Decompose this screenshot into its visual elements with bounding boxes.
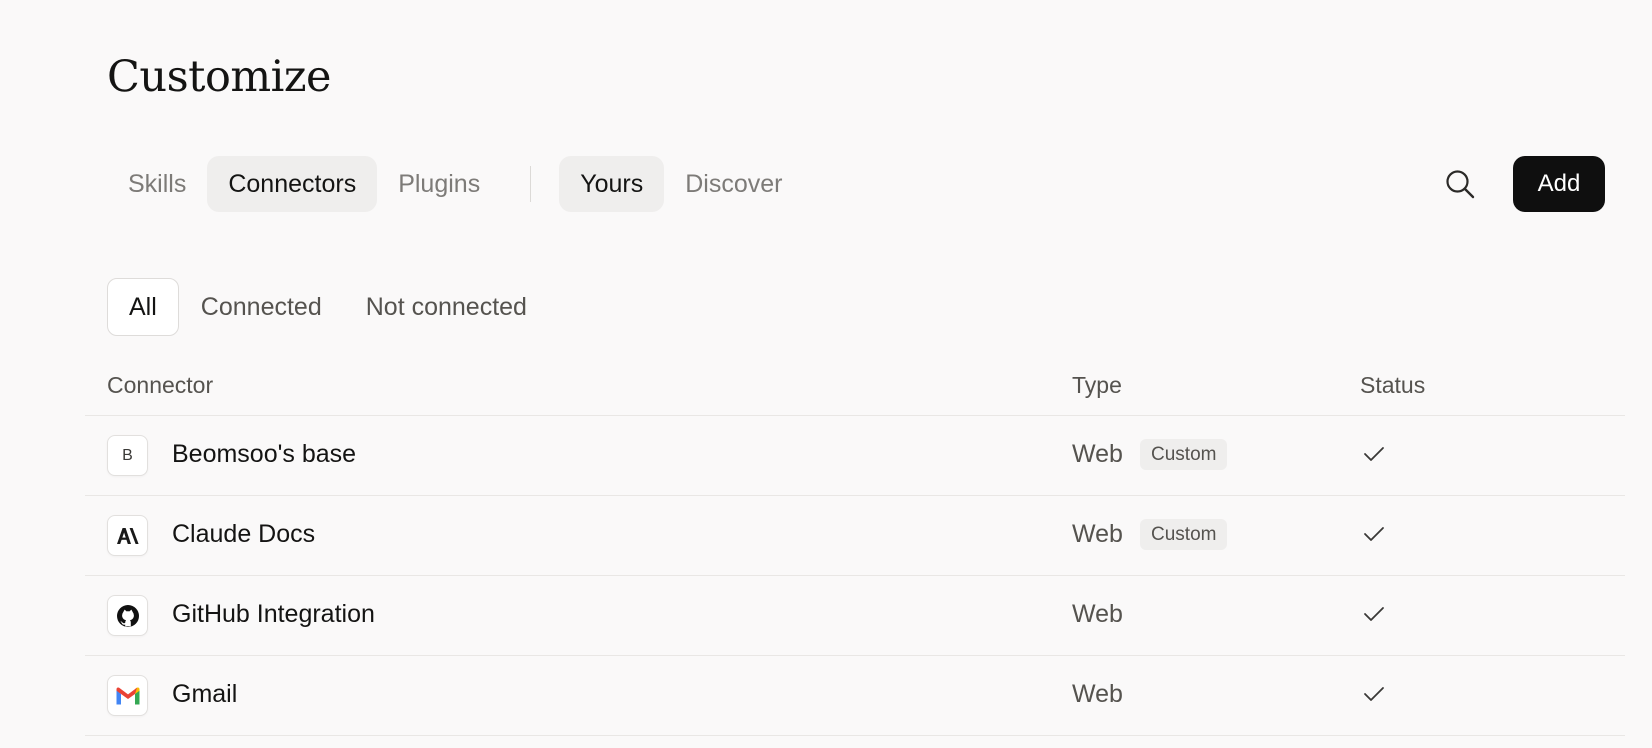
table-row[interactable]: B Beomsoo's base Web Custom [85,416,1625,496]
tab-plugins[interactable]: Plugins [377,156,501,212]
github-icon [116,604,139,627]
table-row[interactable]: GitHub Integration Web [85,576,1625,656]
anthropic-icon [116,527,139,544]
letter-b-icon: B [122,446,133,464]
page-title: Customize [107,52,331,102]
table-row[interactable]: Gmail Web [85,656,1625,736]
connector-type: Web [1072,520,1123,548]
connector-logo [107,515,148,556]
tab-discover[interactable]: Discover [664,156,803,212]
check-icon [1364,687,1384,701]
connector-name: Gmail [172,680,238,708]
connector-name: Claude Docs [172,520,316,548]
filter-all[interactable]: All [107,278,179,336]
customize-page: Customize Skills Connectors Plugins Your… [0,0,1652,748]
tab-bar: Skills Connectors Plugins Yours Discover [107,156,803,212]
search-icon [1446,170,1475,199]
table-row[interactable]: Claude Docs Web Custom [85,496,1625,576]
connector-name: Beomsoo's base [172,440,357,468]
column-header-connector: Connector [107,372,214,398]
filter-connected[interactable]: Connected [179,278,344,336]
custom-badge: Custom [1140,439,1228,470]
connector-type: Web [1072,440,1123,468]
connector-type: Web [1072,600,1123,628]
connector-logo [107,595,148,636]
gmail-icon [116,686,139,704]
tab-connectors[interactable]: Connectors [207,156,378,212]
tab-skills[interactable]: Skills [107,156,207,212]
check-icon [1364,607,1384,621]
check-icon [1364,447,1384,461]
filter-bar: All Connected Not connected [107,278,549,336]
tab-yours[interactable]: Yours [559,156,665,212]
column-header-status: Status [1360,372,1426,398]
connector-name: GitHub Integration [172,600,375,628]
connectors-table: Connector Type Status B Beomsoo's base W… [85,360,1625,736]
connector-logo [107,675,148,716]
search-button[interactable] [1436,160,1484,208]
connector-type: Web [1072,680,1123,708]
tab-divider [530,166,532,202]
check-icon [1364,527,1384,541]
add-button[interactable]: Add [1513,156,1605,212]
filter-not-connected[interactable]: Not connected [344,278,549,336]
column-header-type: Type [1072,372,1122,398]
table-header: Connector Type Status [85,360,1625,416]
custom-badge: Custom [1140,519,1228,550]
connector-logo: B [107,435,148,476]
